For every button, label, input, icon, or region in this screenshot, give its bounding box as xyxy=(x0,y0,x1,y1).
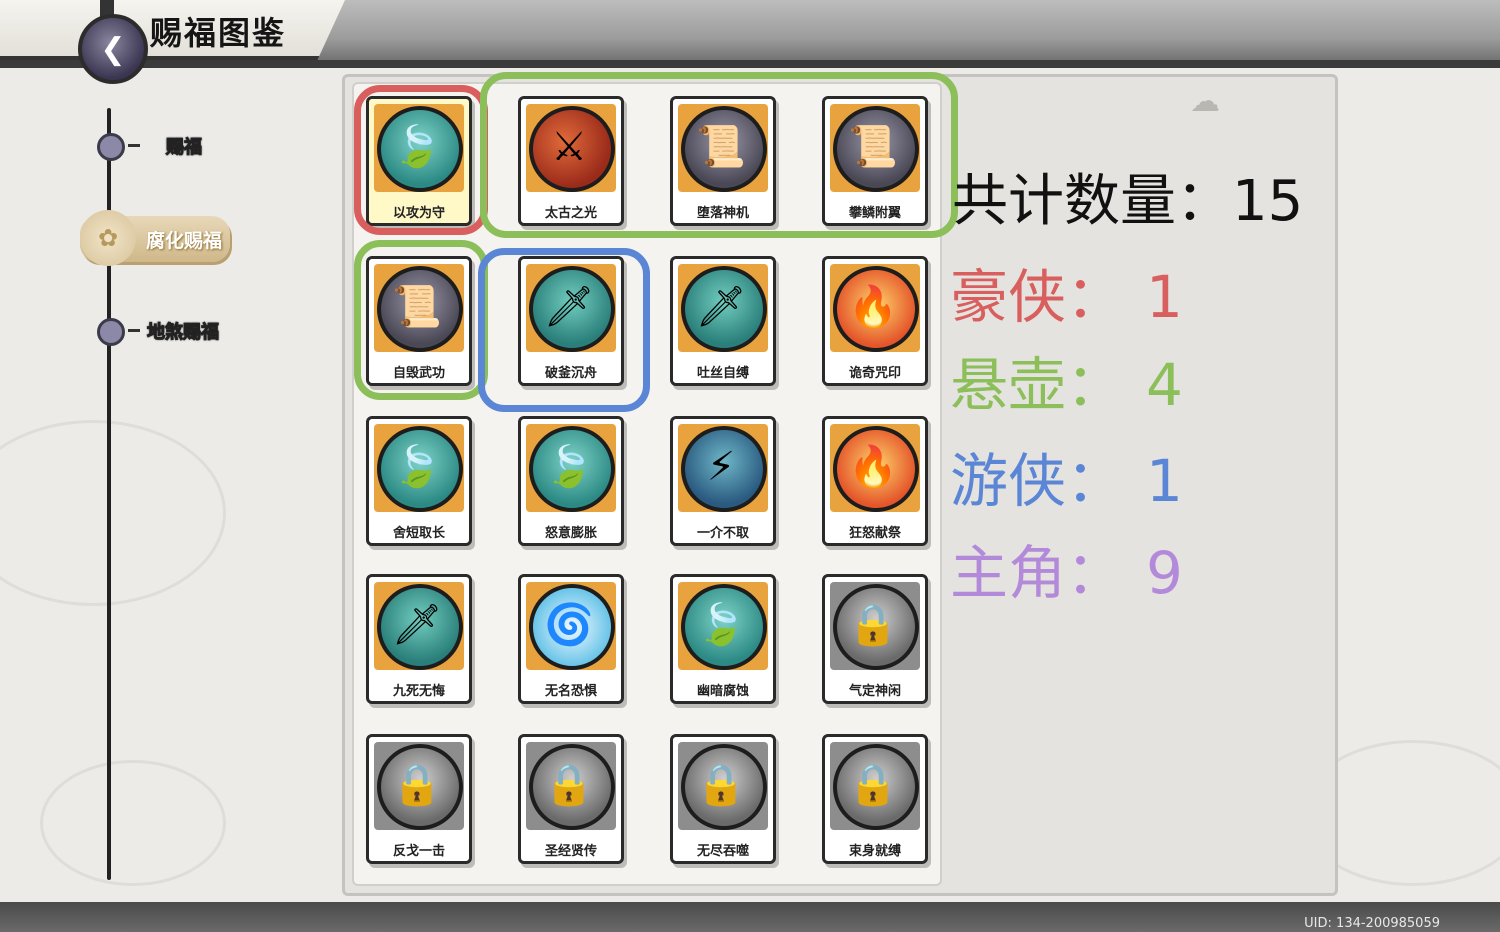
leaf-water-icon: 🍃 xyxy=(392,444,442,490)
broken-blade-icon: 🗡 xyxy=(391,602,443,648)
leaf-water-icon: 🍃 xyxy=(544,444,594,490)
cloud-ornament-icon: ☁ xyxy=(1190,84,1220,119)
card-art: 🔥 xyxy=(830,424,920,512)
card-art: 🗡 xyxy=(678,264,768,352)
card-name: 怒意膨胀 xyxy=(544,526,597,541)
card-art: 🔒 xyxy=(830,742,920,830)
card-art: 🔒 xyxy=(526,742,616,830)
blessing-card[interactable]: ⚡ 一介不取 xyxy=(670,416,776,546)
nav-connector xyxy=(128,329,140,332)
stat-haoxia-value: 1 xyxy=(1146,263,1183,331)
background-cloud xyxy=(40,760,226,886)
card-name: 狂怒献祭 xyxy=(848,526,901,541)
stat-xuanhu-label: 悬壶： xyxy=(950,351,1125,419)
stat-total-label: 共计数量： xyxy=(952,169,1232,234)
stat-youxia: 游侠： 1 xyxy=(950,434,1183,518)
blessing-card[interactable]: 🔥 诡奇咒印 xyxy=(822,256,928,386)
flame-swirl-icon: 🔥 xyxy=(848,284,898,330)
nav-item-label: 地煞赐福 xyxy=(147,322,220,344)
stat-total: 共计数量：15 xyxy=(952,156,1303,237)
card-name: 幽暗腐蚀 xyxy=(696,684,749,699)
nav-item-label: 腐化赐福 xyxy=(146,230,223,252)
lock-icon: 🔒 xyxy=(848,762,898,808)
blessing-card[interactable]: 🔒 反戈一击 xyxy=(366,734,472,864)
card-name: 气定神闲 xyxy=(848,684,901,699)
card-art: 🔒 xyxy=(374,742,464,830)
blessing-card[interactable]: 🍃 怒意膨胀 xyxy=(518,416,624,546)
background-cloud xyxy=(0,420,226,606)
broken-blade-icon: 🗡 xyxy=(695,284,747,330)
nav-item-label: 赐福 xyxy=(166,137,203,159)
stat-zhujue-value: 9 xyxy=(1146,539,1183,607)
card-name: 吐丝自缚 xyxy=(696,366,749,381)
blessing-card[interactable]: 🔒 圣经贤传 xyxy=(518,734,624,864)
flame-swirl-icon: 🔥 xyxy=(848,444,898,490)
xuanhu-highlight-box xyxy=(354,240,488,400)
card-art: 🍃 xyxy=(374,424,464,512)
stat-youxia-label: 游侠： xyxy=(950,447,1125,515)
lock-icon: 🔒 xyxy=(392,762,442,808)
lotus-icon: ✿ xyxy=(80,210,136,266)
card-name: 九死无悔 xyxy=(392,684,445,699)
card-art: 🔒 xyxy=(678,742,768,830)
card-name: 圣经贤传 xyxy=(544,844,597,859)
blessing-card[interactable]: 🔒 气定神闲 xyxy=(822,574,928,704)
lock-icon: 🔒 xyxy=(696,762,746,808)
card-art: ⚡ xyxy=(678,424,768,512)
card-name: 一介不取 xyxy=(696,526,749,541)
card-art: 🍃 xyxy=(678,582,768,670)
stat-haoxia: 豪侠： 1 xyxy=(950,250,1183,334)
stat-xuanhu-value: 4 xyxy=(1146,351,1183,419)
nav-node-icon xyxy=(97,318,125,346)
blessing-card[interactable]: 🗡 吐丝自缚 xyxy=(670,256,776,386)
card-art: 🍃 xyxy=(526,424,616,512)
blessing-card[interactable]: 🗡 九死无悔 xyxy=(366,574,472,704)
stat-zhujue: 主角： 9 xyxy=(950,526,1183,610)
back-arrow-icon: ❮ xyxy=(100,31,126,67)
vortex-icon: 🌀 xyxy=(544,602,594,648)
card-art: 🗡 xyxy=(374,582,464,670)
blessing-card[interactable]: 🔒 束身就缚 xyxy=(822,734,928,864)
card-art: 🔥 xyxy=(830,264,920,352)
lightning-tornado-icon: ⚡ xyxy=(706,444,736,490)
card-art: 🔒 xyxy=(830,582,920,670)
card-art: 🌀 xyxy=(526,582,616,670)
card-name: 反戈一击 xyxy=(392,844,445,859)
nav-connector xyxy=(128,144,140,147)
card-name: 诡奇咒印 xyxy=(848,366,901,381)
back-button[interactable]: ❮ xyxy=(78,14,148,84)
top-bar-border xyxy=(0,60,1500,68)
leaf-water-icon: 🍃 xyxy=(696,602,746,648)
blessing-card[interactable]: 🌀 无名恐惧 xyxy=(518,574,624,704)
stat-zhujue-label: 主角： xyxy=(950,539,1125,607)
uid-label: UID: 134-200985059 xyxy=(1304,916,1440,931)
lock-icon: 🔒 xyxy=(848,602,898,648)
stat-haoxia-label: 豪侠： xyxy=(950,263,1125,331)
blessing-card[interactable]: 🔥 狂怒献祭 xyxy=(822,416,928,546)
nav-node-icon xyxy=(97,133,125,161)
blessing-card[interactable]: 🍃 幽暗腐蚀 xyxy=(670,574,776,704)
card-name: 束身就缚 xyxy=(848,844,901,859)
card-name: 舍短取长 xyxy=(392,526,445,541)
page-title: 赐福图鉴 xyxy=(150,14,287,52)
card-name: 无名恐惧 xyxy=(544,684,597,699)
youxia-highlight-box xyxy=(478,248,650,412)
blessing-card[interactable]: 🔒 无尽吞噬 xyxy=(670,734,776,864)
lock-icon: 🔒 xyxy=(544,762,594,808)
bottom-bar xyxy=(0,902,1500,932)
stat-total-value: 15 xyxy=(1232,169,1304,234)
stat-xuanhu: 悬壶： 4 xyxy=(950,338,1183,422)
xuanhu-highlight-box xyxy=(480,72,958,238)
blessing-card[interactable]: 🍃 舍短取长 xyxy=(366,416,472,546)
haoxia-highlight-box xyxy=(354,85,488,235)
card-name: 无尽吞噬 xyxy=(696,844,749,859)
stat-youxia-value: 1 xyxy=(1146,447,1183,515)
